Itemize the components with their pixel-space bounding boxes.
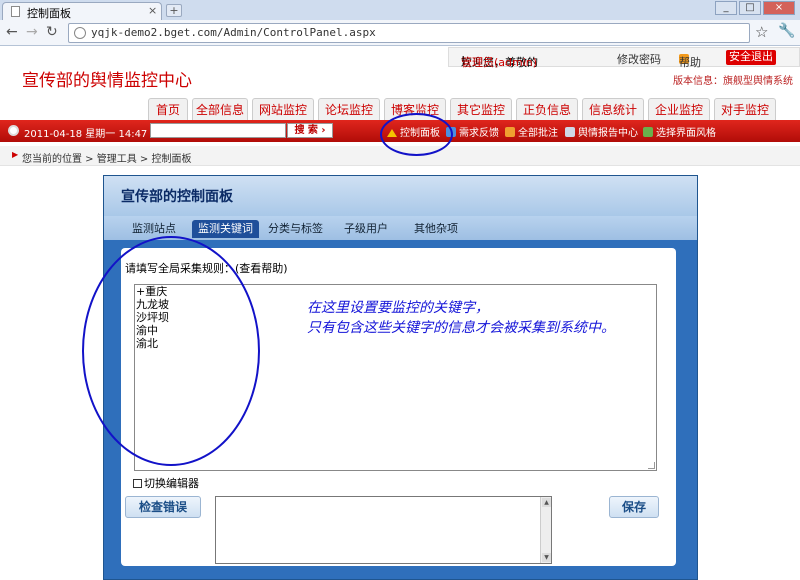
nav-tab-all-info[interactable]: 全部信息 <box>192 98 248 120</box>
user-bar: 欢迎您，尊敬的 管理员(admin)! 修改密码 帮助 安全退出 <box>448 47 800 70</box>
site-title: 宣传部的舆情监控中心 <box>22 71 192 91</box>
report-icon <box>565 127 575 137</box>
highlight-circle <box>380 113 453 156</box>
browser-tab-strip: 控制面板 × + _ □ × <box>0 0 800 20</box>
link-feedback[interactable]: 需求反馈 <box>446 124 499 139</box>
nav-tab-pos-neg-info[interactable]: 正负信息 <box>516 98 578 120</box>
highlight-circle <box>82 236 260 466</box>
resize-grip-icon[interactable] <box>648 462 655 469</box>
panel-header: 宣传部的控制面板 <box>104 176 697 216</box>
version-info: 版本信息：旗舰型舆情系统 <box>673 76 793 87</box>
tab-sub-users[interactable]: 子级用户 <box>338 220 394 238</box>
nav-tab-other-monitor[interactable]: 其它监控 <box>450 98 512 120</box>
back-arrow-icon[interactable]: ← <box>6 24 18 40</box>
annotation-icon <box>505 127 515 137</box>
nav-tab-company-monitor[interactable]: 企业监控 <box>648 98 710 120</box>
page-icon <box>11 6 20 17</box>
date-text: 2011-04-18 星期一 14:47 <box>24 129 148 140</box>
change-password-link[interactable]: 修改密码 <box>617 51 661 67</box>
nav-tab-home[interactable]: 首页 <box>148 98 188 120</box>
palette-icon <box>643 127 653 137</box>
search-button[interactable]: 搜 索 › <box>287 123 333 138</box>
panel-title: 宣传部的控制面板 <box>121 189 233 205</box>
nav-tab-site-monitor[interactable]: 网站监控 <box>252 98 314 120</box>
forward-arrow-icon[interactable]: → <box>26 24 38 40</box>
switch-editor-checkbox[interactable]: 切换编辑器 <box>133 475 199 491</box>
window-close-button[interactable]: × <box>763 1 795 15</box>
search-input[interactable] <box>150 123 286 138</box>
tab-monitor-keywords[interactable]: 监测关键词 <box>192 220 259 238</box>
tab-misc[interactable]: 其他杂项 <box>408 220 464 238</box>
user-name[interactable]: 管理员(admin) <box>461 54 537 70</box>
bookmark-star-icon[interactable]: ☆ <box>755 23 768 41</box>
help-link[interactable]: (查看帮助) <box>235 262 288 275</box>
nav-tab-forum-monitor[interactable]: 论坛监控 <box>318 98 380 120</box>
url-text[interactable]: yqjk-demo2.bget.com/Admin/ControlPanel.a… <box>91 26 376 39</box>
scroll-up-icon[interactable]: ▲ <box>542 498 551 507</box>
nav-tab-statistics[interactable]: 信息统计 <box>582 98 644 120</box>
minimize-button[interactable]: _ <box>715 1 737 15</box>
logout-button[interactable]: 安全退出 <box>726 50 776 65</box>
tab-categories-tags[interactable]: 分类与标签 <box>262 220 329 238</box>
result-textarea[interactable]: ▲ ▼ <box>215 496 552 564</box>
reload-icon[interactable]: ↻ <box>46 24 58 40</box>
nav-tab-rival-monitor[interactable]: 对手监控 <box>714 98 776 120</box>
globe-icon <box>74 27 86 39</box>
link-all-annotations[interactable]: 全部批注 <box>505 124 558 139</box>
breadcrumb: 您当前的位置 > 管理工具 > 控制面板 <box>22 154 192 165</box>
scroll-down-icon[interactable]: ▼ <box>542 553 551 562</box>
link-report-center[interactable]: 舆情报告中心 <box>565 124 638 139</box>
wrench-icon[interactable]: 🔧 <box>778 23 795 39</box>
address-bar[interactable]: yqjk-demo2.bget.com/Admin/ControlPanel.a… <box>68 23 750 43</box>
arrow-icon: ▶ <box>12 150 19 159</box>
main-nav: 首页 全部信息 网站监控 论坛监控 博客监控 其它监控 正负信息 信息统计 企业… <box>140 98 800 120</box>
clock-icon <box>8 125 19 136</box>
save-button[interactable]: 保存 <box>609 496 659 518</box>
annotation-note: 在这里设置要监控的关键字， 只有包含这些关键字的信息才会被采集到系统中。 <box>307 300 615 336</box>
tab-close-icon[interactable]: × <box>148 4 157 17</box>
check-errors-button[interactable]: 检查错误 <box>125 496 201 518</box>
new-tab-button[interactable]: + <box>166 4 182 17</box>
tab-title: 控制面板 <box>27 7 71 20</box>
maximize-button[interactable]: □ <box>739 1 761 15</box>
scrollbar[interactable]: ▲ ▼ <box>540 497 551 563</box>
browser-toolbar: ← → ↻ yqjk-demo2.bget.com/Admin/ControlP… <box>0 20 800 46</box>
checkbox-icon[interactable] <box>133 479 142 488</box>
link-choose-style[interactable]: 选择界面风格 <box>643 124 716 139</box>
browser-tab[interactable]: 控制面板 × <box>2 2 162 20</box>
panel-tabs: 监测站点 监测关键词 分类与标签 子级用户 其他杂项 <box>104 216 697 240</box>
